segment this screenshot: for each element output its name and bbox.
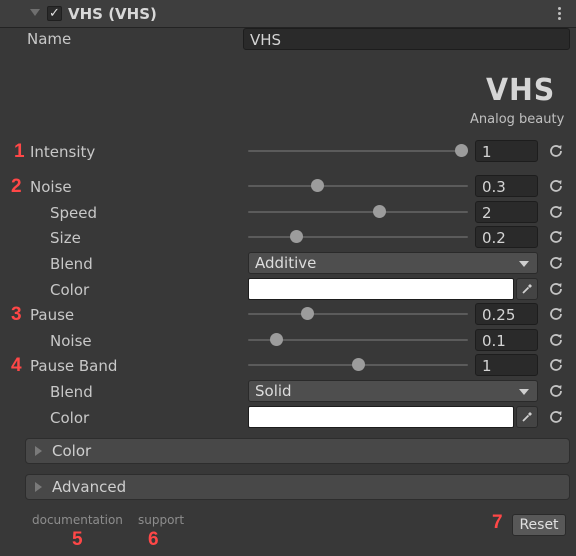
refresh-icon[interactable] [547, 408, 565, 426]
eyedropper-icon[interactable] [516, 406, 538, 428]
marker-1: 1 [14, 141, 25, 162]
pause-band-field[interactable]: 1 [475, 354, 538, 376]
intensity-field[interactable]: 1 [475, 140, 538, 162]
kebab-menu-icon[interactable] [552, 6, 566, 22]
noise-slider[interactable] [248, 179, 468, 193]
pause-label: Pause [30, 306, 75, 324]
refresh-icon[interactable] [547, 254, 565, 272]
size-field[interactable]: 0.2 [475, 226, 538, 248]
expand-arrow-icon [35, 482, 42, 492]
intensity-slider[interactable] [248, 144, 468, 158]
pause-noise-label: Noise [50, 332, 92, 350]
band-blend-dropdown[interactable]: Solid [248, 380, 538, 402]
foldout-arrow-icon[interactable] [30, 9, 40, 16]
refresh-icon[interactable] [547, 305, 565, 323]
slider-knob[interactable] [455, 144, 468, 157]
color-section-header[interactable]: Color [25, 438, 570, 464]
refresh-icon[interactable] [547, 203, 565, 221]
size-slider[interactable] [248, 230, 468, 244]
marker-3: 3 [11, 304, 22, 325]
slider-knob[interactable] [269, 333, 283, 346]
dropdown-value: Solid [255, 382, 292, 400]
pause-slider[interactable] [248, 307, 468, 321]
pause-band-label: Pause Band [30, 357, 118, 375]
pause-field[interactable]: 0.25 [475, 303, 538, 325]
size-label: Size [50, 229, 81, 247]
chevron-down-icon [519, 261, 529, 267]
name-label: Name [27, 30, 72, 48]
eyedropper-icon[interactable] [516, 278, 538, 300]
marker-5: 5 [72, 529, 83, 550]
slider-knob[interactable] [290, 230, 304, 243]
expand-arrow-icon [35, 446, 42, 456]
vhs-logo: VHS [486, 73, 556, 108]
noise-color-swatch[interactable] [248, 278, 514, 300]
speed-slider[interactable] [248, 205, 468, 219]
dropdown-value: Additive [255, 254, 317, 272]
reset-button[interactable]: Reset [512, 514, 566, 536]
noise-blend-dropdown[interactable]: Additive [248, 252, 538, 274]
noise-blend-label: Blend [50, 255, 93, 273]
marker-4: 4 [11, 355, 22, 376]
refresh-icon[interactable] [547, 280, 565, 298]
refresh-icon[interactable] [547, 331, 565, 349]
refresh-icon[interactable] [547, 142, 565, 160]
component-header: ✓ VHS (VHS) [0, 0, 576, 28]
slider-knob[interactable] [310, 179, 324, 192]
section-label: Advanced [52, 478, 127, 496]
logo-subtitle: Analog beauty [470, 112, 565, 127]
slider-knob[interactable] [300, 307, 314, 320]
enabled-checkbox[interactable]: ✓ [47, 6, 62, 21]
speed-field[interactable]: 2 [475, 201, 538, 223]
slider-knob[interactable] [372, 205, 386, 218]
pause-band-slider[interactable] [248, 358, 468, 372]
slider-knob[interactable] [352, 358, 365, 371]
refresh-icon[interactable] [547, 228, 565, 246]
chevron-down-icon [519, 389, 529, 395]
support-link[interactable]: support [138, 513, 184, 527]
advanced-section-header[interactable]: Advanced [25, 474, 570, 500]
documentation-link[interactable]: documentation [32, 513, 123, 527]
refresh-icon[interactable] [547, 177, 565, 195]
noise-color-label: Color [50, 281, 90, 299]
refresh-icon[interactable] [547, 382, 565, 400]
marker-6: 6 [148, 529, 159, 550]
marker-2: 2 [11, 176, 22, 197]
band-color-label: Color [50, 409, 90, 427]
marker-7: 7 [492, 512, 503, 533]
section-label: Color [52, 442, 92, 460]
band-color-swatch[interactable] [248, 406, 514, 428]
name-field[interactable]: VHS [243, 28, 570, 50]
pause-noise-field[interactable]: 0.1 [475, 329, 538, 351]
component-title: VHS (VHS) [68, 5, 157, 23]
pause-noise-slider[interactable] [248, 333, 468, 347]
band-blend-label: Blend [50, 383, 93, 401]
speed-label: Speed [50, 204, 98, 222]
intensity-label: Intensity [30, 143, 96, 161]
refresh-icon[interactable] [547, 356, 565, 374]
noise-label: Noise [30, 178, 72, 196]
noise-field[interactable]: 0.3 [475, 175, 538, 197]
